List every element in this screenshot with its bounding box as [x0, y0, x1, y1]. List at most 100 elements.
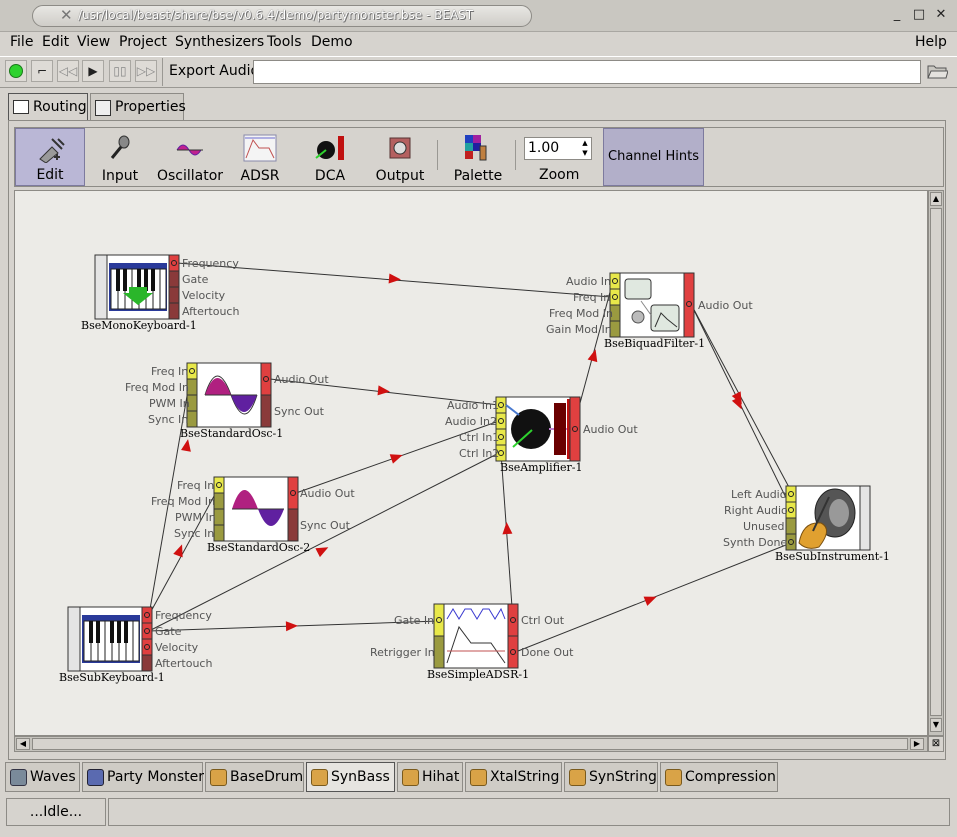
microphone-icon — [110, 135, 130, 159]
module-name: BseMonoKeyboard-1 — [81, 319, 197, 332]
scroll-down-icon[interactable]: ▼ — [930, 718, 942, 732]
module-simple-adsr[interactable]: Gate In Retrigger In Ctrl Out Done Out B… — [370, 603, 574, 681]
zoom-fit-icon[interactable]: ⊠ — [928, 736, 944, 752]
zoom-spinner[interactable]: 1.00 ▲ ▼ — [524, 137, 592, 160]
port-label: Audio In1 — [447, 399, 499, 412]
menu-project[interactable]: Project — [119, 34, 167, 50]
port-label: Gate — [155, 625, 182, 638]
tab-label: SynBass — [331, 769, 390, 785]
port-label: Gate In — [394, 614, 434, 627]
port-label: PWM In — [175, 511, 216, 524]
menu-demo[interactable]: Demo — [311, 34, 353, 50]
connection[interactable] — [500, 452, 514, 622]
synth-icon — [311, 769, 328, 786]
scroll-up-icon[interactable]: ▲ — [930, 192, 942, 206]
tab-label: BaseDrum — [230, 769, 304, 785]
module-amplifier[interactable]: Audio In1 Audio In2 Ctrl In1 Ctrl In2 Au… — [445, 396, 638, 474]
port-label: Frequency — [155, 609, 212, 622]
maximize-icon[interactable]: □ — [912, 8, 926, 22]
module-name: BseAmplifier-1 — [500, 461, 583, 474]
port-label: Ctrl Out — [521, 614, 565, 627]
menu-file[interactable]: File — [10, 34, 33, 50]
menu-help[interactable]: Help — [915, 34, 947, 50]
scroll-right-icon[interactable]: ▶ — [910, 738, 924, 750]
minimize-icon[interactable]: _ — [890, 8, 904, 22]
port-label: Right Audio — [724, 504, 788, 517]
tab-xtalstring[interactable]: XtalString — [465, 762, 562, 792]
tool-dca[interactable]: DCA — [300, 128, 360, 186]
stop-button[interactable]: ⌐ — [31, 60, 53, 82]
scroll-thumb[interactable] — [32, 738, 908, 750]
export-audio-label: Export Audio — [169, 63, 260, 79]
menu-view[interactable]: View — [77, 34, 110, 50]
forward-icon: ▷▷ — [136, 64, 156, 78]
tab-routing[interactable]: Routing — [8, 93, 88, 121]
record-button[interactable] — [5, 60, 27, 82]
menu-tools[interactable]: Tools — [267, 34, 302, 50]
port-label: Sync In — [148, 413, 188, 426]
tab-waves[interactable]: Waves — [5, 762, 80, 792]
module-standard-osc-2[interactable]: Freq In Freq Mod In PWM In Sync In Audio… — [151, 476, 355, 554]
vertical-scrollbar[interactable]: ▲ ▼ — [928, 190, 944, 736]
menu-edit[interactable]: Edit — [42, 34, 69, 50]
tab-synbass[interactable]: SynBass — [306, 762, 395, 792]
port-label: Freq In — [177, 479, 214, 492]
edit-icon — [39, 138, 65, 163]
port-label: Gain Mod In — [546, 323, 612, 336]
tab-hihat[interactable]: Hihat — [397, 762, 463, 792]
tool-dca-label: DCA — [314, 168, 346, 184]
palette-grid-icon — [465, 135, 487, 161]
tool-adsr-label: ADSR — [240, 168, 280, 184]
close-icon[interactable]: ✕ — [934, 8, 948, 22]
scroll-thumb[interactable] — [930, 208, 942, 716]
tab-synstring[interactable]: SynString — [564, 762, 658, 792]
tool-input[interactable]: Input — [90, 128, 150, 186]
tool-adsr[interactable]: ADSR — [232, 128, 288, 186]
spin-down-icon[interactable]: ▼ — [580, 149, 590, 158]
play-button[interactable]: ▶ — [82, 60, 104, 82]
port-label: Freq In — [573, 291, 610, 304]
pause-button[interactable]: ▯▯ — [109, 60, 131, 82]
tab-basedrum[interactable]: BaseDrum — [205, 762, 304, 792]
module-standard-osc-1[interactable]: Freq In Freq Mod In PWM In Sync In Audio… — [125, 362, 329, 440]
tool-oscillator[interactable]: Oscillator — [155, 128, 225, 186]
port-label: PWM In — [149, 397, 190, 410]
pause-icon: ▯▯ — [113, 64, 127, 78]
routing-graph[interactable]: Frequency Gate Velocity Aftertouch BseMo… — [15, 191, 928, 736]
tab-compression[interactable]: Compression — [660, 762, 778, 792]
tab-party-monster[interactable]: Party Monster — [82, 762, 204, 792]
spin-up-icon[interactable]: ▲ — [580, 139, 590, 148]
menu-synthesizers[interactable]: Synthesizers — [175, 34, 264, 50]
arrow-icon — [388, 273, 402, 285]
tool-output[interactable]: Output — [370, 128, 430, 186]
speaker-icon — [389, 137, 411, 159]
rewind-button[interactable]: ◁◁ — [57, 60, 79, 82]
module-sub-keyboard[interactable]: Frequency Gate Velocity Aftertouch BseSu… — [59, 606, 212, 684]
port-label: Sync Out — [274, 405, 325, 418]
tab-properties[interactable]: Properties — [90, 93, 186, 121]
port-label: Audio In — [566, 275, 611, 288]
dca-knob-icon — [315, 136, 344, 160]
forward-button[interactable]: ▷▷ — [135, 60, 157, 82]
tool-palette[interactable]: Palette — [448, 128, 508, 186]
module-biquad-filter[interactable]: Audio In Freq In Freq Mod In Gain Mod In… — [546, 272, 753, 350]
port-label: Audio Out — [274, 373, 329, 386]
tool-oscillator-label: Oscillator — [156, 168, 224, 184]
horizontal-scrollbar[interactable]: ◀ ▶ — [14, 736, 928, 752]
module-mono-keyboard[interactable]: Frequency Gate Velocity Aftertouch BseMo… — [81, 254, 239, 332]
export-audio-input[interactable] — [253, 60, 921, 84]
tool-edit[interactable]: Edit — [15, 128, 85, 186]
channel-hints-toggle[interactable]: Channel Hints — [603, 128, 704, 186]
module-sub-instrument[interactable]: Left Audio Right Audio Unused Synth Done… — [723, 485, 890, 563]
tab-label: XtalString — [490, 769, 560, 785]
arrow-icon — [181, 438, 193, 452]
folder-icon[interactable] — [926, 62, 949, 80]
scroll-left-icon[interactable]: ◀ — [16, 738, 30, 750]
port-label: Audio Out — [583, 423, 638, 436]
app-icon: ✕ — [60, 6, 73, 24]
tab-routing-label: Routing — [33, 99, 87, 115]
port-label: Freq Mod In — [151, 495, 215, 508]
zoom-value: 1.00 — [528, 140, 560, 156]
port-label: Audio In2 — [445, 415, 497, 428]
routing-canvas[interactable]: Frequency Gate Velocity Aftertouch BseMo… — [14, 190, 928, 736]
